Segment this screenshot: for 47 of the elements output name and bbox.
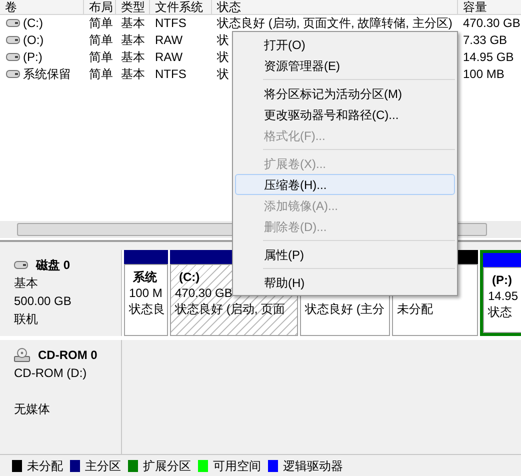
table-cell: 14.95 GB (463, 50, 514, 64)
table-cell: 系统保留 (23, 67, 71, 81)
table-cell: NTFS (155, 16, 186, 30)
table-cell: (P:) (23, 50, 42, 64)
table-cell: 简单 (89, 16, 113, 30)
table-cell: 7.33 GB (463, 33, 508, 47)
partition-info: 100 M (129, 285, 162, 301)
table-cell: 状 (217, 33, 229, 47)
partition-info: 14.95 (488, 288, 518, 304)
table-cell: 状态良好 (启动, 页面文件, 故障转储, 主分区) (217, 16, 452, 30)
partition-title: 系统 (132, 269, 157, 285)
legend-label: 逻辑驱动器 (283, 458, 343, 474)
partition-info: 状态 (488, 304, 512, 320)
legend-label: 未分配 (27, 458, 63, 474)
table-cell: 状 (217, 50, 229, 64)
disk-info: 无媒体 (14, 401, 50, 418)
table-cell: 简单 (89, 33, 113, 47)
table-cell: 基本 (121, 16, 145, 30)
partition-info: 状态良好 (主分 (305, 301, 384, 317)
disk-info: 基本 (14, 275, 38, 292)
table-cell: RAW (155, 33, 183, 47)
table-cell: NTFS (155, 67, 186, 81)
legend-label: 可用空间 (213, 458, 261, 474)
disk-info: 联机 (14, 311, 38, 328)
table-cell: RAW (155, 50, 183, 64)
partition-title: (C:) (178, 269, 200, 285)
partition-info: 状态良 (129, 301, 165, 317)
table-cell: 基本 (121, 67, 145, 81)
disk-info: 500.00 GB (14, 293, 72, 310)
table-cell: 基本 (121, 33, 145, 47)
partition-title: (P:) (491, 272, 512, 288)
table-cell: (C:) (23, 16, 43, 30)
disk-info: CD-ROM (D:) (14, 365, 87, 382)
table-cell: 基本 (121, 50, 145, 64)
legend-label: 主分区 (85, 458, 121, 474)
partition-info: 未分配 (397, 301, 433, 317)
table-cell: 状 (217, 67, 229, 81)
table-cell: 简单 (89, 67, 113, 81)
table-cell: 简单 (89, 50, 113, 64)
table-cell: (O:) (23, 33, 44, 47)
legend-label: 扩展分区 (143, 458, 191, 474)
disk-name: CD-ROM 0 (38, 347, 98, 364)
table-cell: 470.30 GB (463, 16, 520, 30)
disk-name: 磁盘 0 (36, 257, 70, 274)
partition-info: 470.30 GB (175, 285, 232, 301)
table-cell: 100 MB (463, 67, 504, 81)
partition-info: 状态良好 (启动, 页面 (175, 301, 285, 317)
